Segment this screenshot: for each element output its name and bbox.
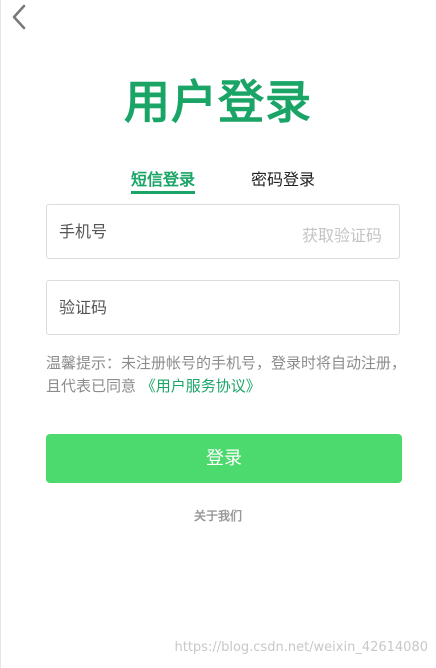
phone-field: 获取验证码	[46, 204, 400, 259]
tab-sms-login[interactable]: 短信登录	[131, 166, 196, 194]
tab-password-login[interactable]: 密码登录	[251, 166, 315, 190]
login-method-tabs: 短信登录 密码登录	[0, 166, 436, 196]
tab-sms-login-label: 短信登录	[131, 170, 196, 189]
back-button[interactable]	[8, 4, 32, 30]
registration-tip: 温馨提示：未注册帐号的手机号，登录时将自动注册，且代表已同意 《用户服务协议》	[46, 352, 406, 398]
phone-input[interactable]	[59, 205, 279, 258]
page-title: 用户登录	[124, 75, 312, 129]
user-agreement-link[interactable]: 《用户服务协议》	[141, 377, 261, 395]
tab-password-login-label: 密码登录	[251, 170, 316, 189]
get-code-button[interactable]: 获取验证码	[302, 222, 382, 246]
login-button[interactable]: 登录	[46, 434, 402, 483]
chevron-left-icon	[8, 4, 32, 30]
about-us-link[interactable]: 关于我们	[0, 507, 436, 524]
code-field	[46, 280, 400, 335]
watermark: https://blog.csdn.net/weixin_42614080	[174, 640, 428, 655]
verification-code-input[interactable]	[59, 281, 379, 334]
active-tab-indicator	[131, 191, 196, 194]
